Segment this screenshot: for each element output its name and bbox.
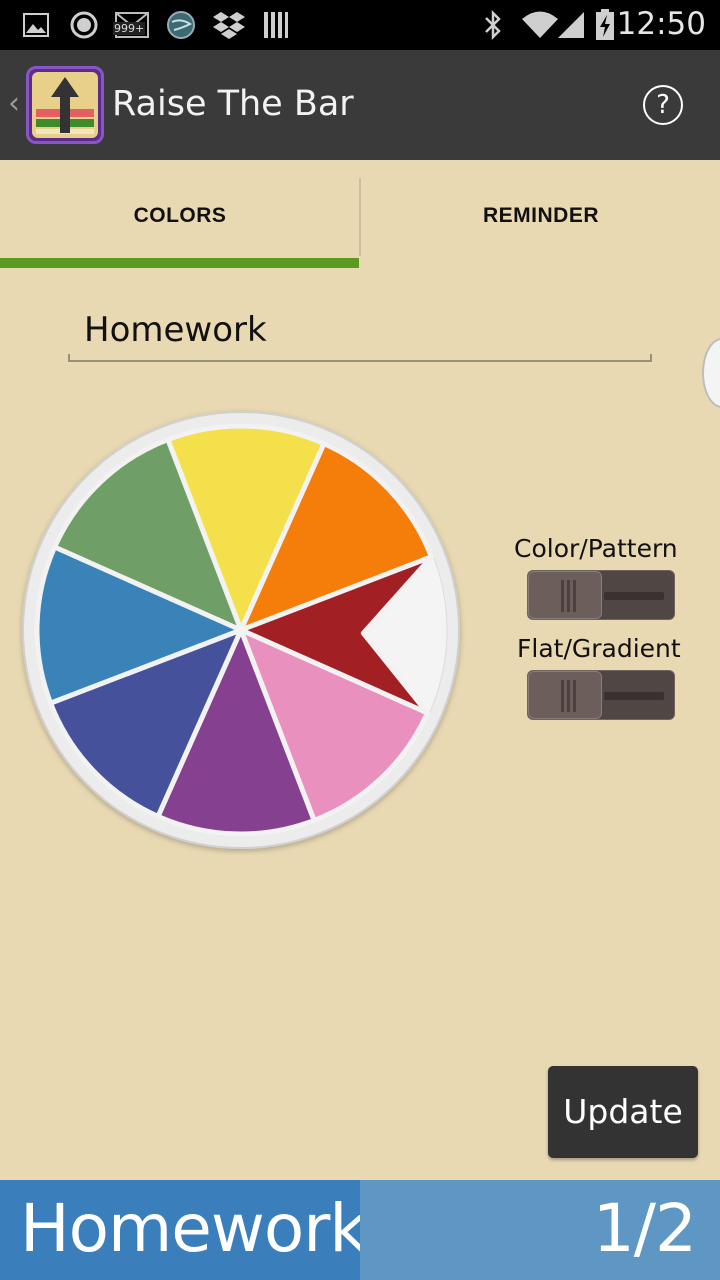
- mail-badge: 999+: [113, 22, 146, 35]
- input-underline: [68, 354, 652, 362]
- wheel-center: [237, 626, 245, 634]
- toggle-track: [604, 692, 664, 700]
- bottom-bar-name-panel: Homework: [0, 1180, 368, 1280]
- toggle-thumb[interactable]: [528, 571, 602, 619]
- barcode-icon: [262, 10, 290, 40]
- signal-icon: [556, 10, 586, 40]
- clock: 12:50: [616, 6, 706, 42]
- color-wheel: [22, 411, 460, 849]
- flat-gradient-label: Flat/Gradient: [517, 634, 681, 663]
- globe-icon: [165, 10, 197, 40]
- circle-icon: [68, 10, 100, 40]
- toggle-track: [604, 592, 664, 600]
- color-pattern-toggle[interactable]: [527, 570, 675, 620]
- tab-colors[interactable]: COLORS: [0, 160, 360, 270]
- gallery-icon: [22, 10, 50, 40]
- category-name-input[interactable]: Homework: [68, 306, 652, 362]
- battery-charging-icon: [594, 9, 616, 40]
- dropbox-icon: [212, 10, 246, 40]
- bottom-bar: Homework 1/2: [0, 1180, 720, 1280]
- bluetooth-icon: [480, 10, 506, 40]
- page-indicator: 1/2: [592, 1190, 697, 1267]
- bottom-category-name: Homework: [20, 1190, 368, 1267]
- status-bar: 999+ 12:50: [0, 0, 720, 50]
- app-title: Raise The Bar: [112, 84, 354, 124]
- help-button[interactable]: ?: [643, 85, 683, 125]
- category-name-value: Homework: [84, 310, 267, 350]
- wifi-icon: [520, 10, 560, 40]
- toggle-thumb[interactable]: [528, 671, 602, 719]
- tab-bar: COLORS REMINDER: [0, 160, 720, 270]
- edge-peek-circle: [702, 338, 720, 408]
- tab-selected-indicator: [0, 258, 359, 268]
- color-pattern-label: Color/Pattern: [514, 534, 678, 563]
- tab-reminder[interactable]: REMINDER: [361, 160, 720, 270]
- flat-gradient-toggle[interactable]: [527, 670, 675, 720]
- bottom-bar-page-panel: 1/2: [360, 1180, 720, 1280]
- back-chevron-icon[interactable]: ‹: [8, 86, 20, 121]
- update-button[interactable]: Update: [548, 1066, 698, 1158]
- app-logo-icon[interactable]: [26, 66, 104, 144]
- action-bar: ‹ Raise The Bar ?: [0, 50, 720, 160]
